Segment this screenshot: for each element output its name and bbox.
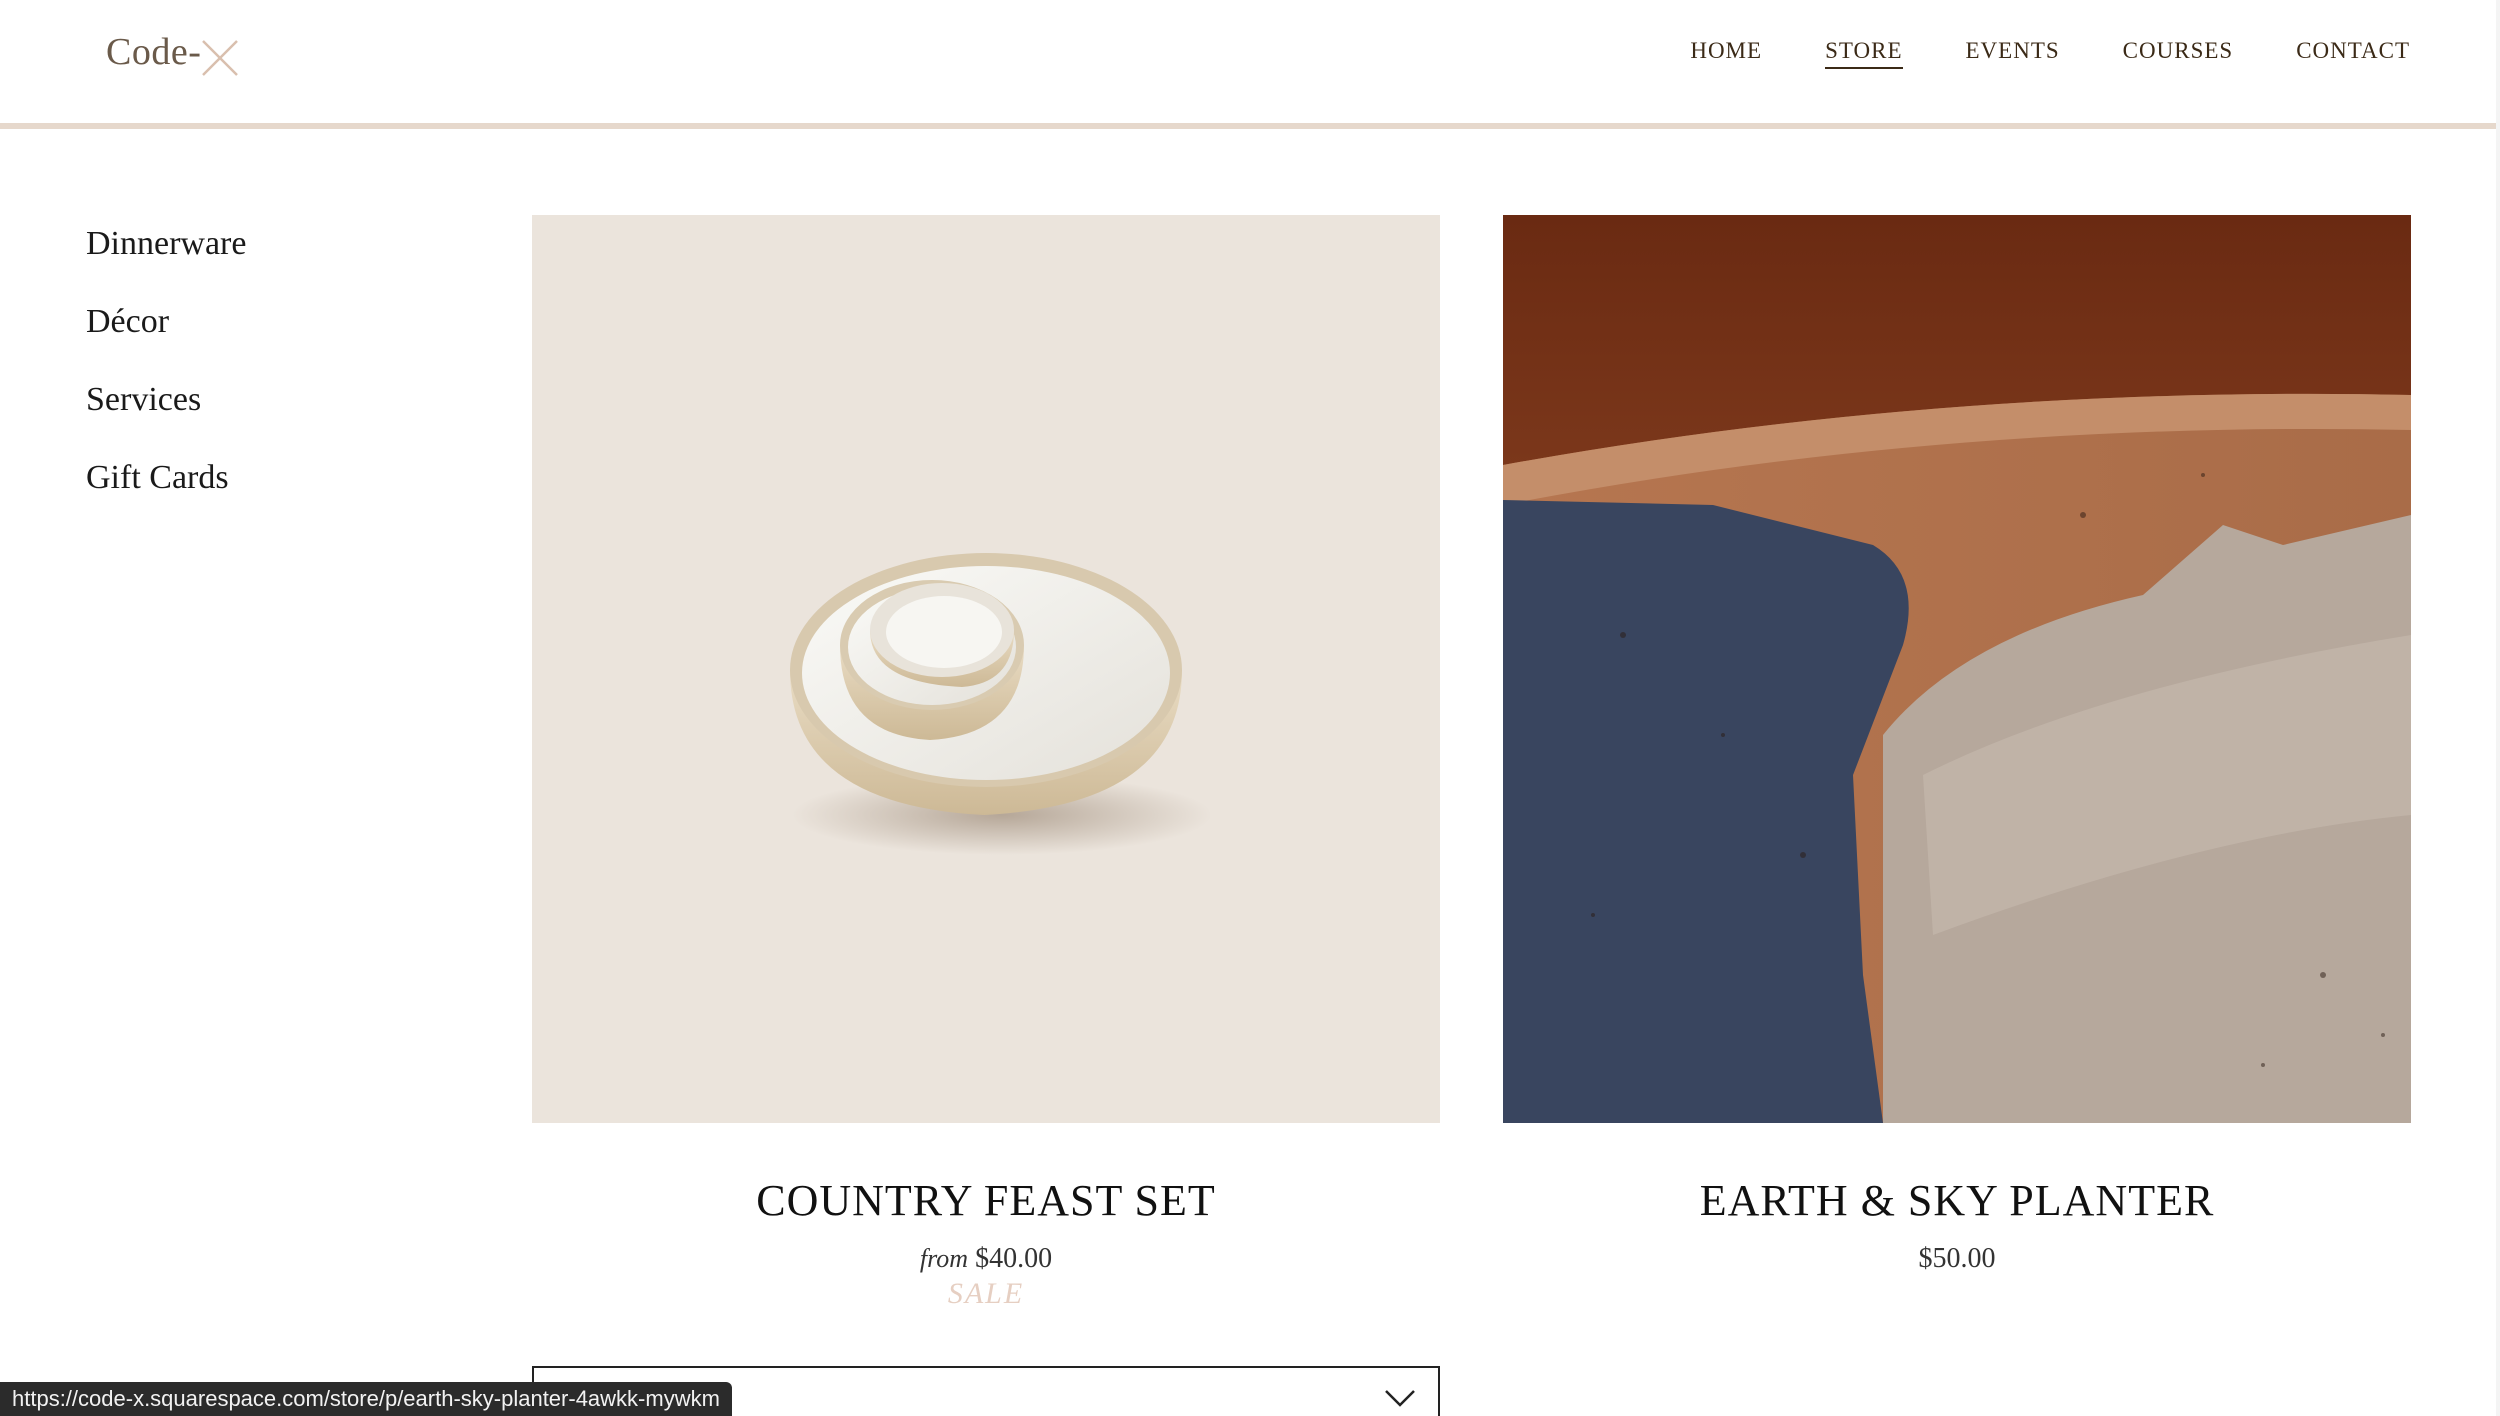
site-header: Code- HOME STORE EVENTS COURSES CONTACT [0, 0, 2500, 129]
product-title[interactable]: EARTH & SKY PLANTER [1503, 1175, 2411, 1231]
product-price: $50.00 [1503, 1243, 2411, 1275]
product-image-planter[interactable] [1503, 215, 2411, 1123]
planter-illustration [1503, 215, 2411, 1123]
sale-badge: SALE [947, 1277, 1025, 1310]
product-image-bowls[interactable] [532, 215, 1440, 1123]
stacked-bowls-illustration [790, 553, 1212, 855]
nav-home[interactable]: HOME [1690, 38, 1762, 69]
category-dinnerware[interactable]: Dinnerware [86, 222, 246, 300]
nav-store[interactable]: STORE [1825, 38, 1903, 69]
site-logo[interactable]: Code- [106, 24, 241, 80]
product-price: from $40.00 [532, 1243, 1440, 1275]
store-page: Code- HOME STORE EVENTS COURSES CONTACT … [0, 0, 2500, 1416]
nav-courses[interactable]: COURSES [2123, 38, 2234, 69]
main-nav: HOME STORE EVENTS COURSES CONTACT [1627, 38, 2410, 69]
category-sidebar: Dinnerware Décor Services Gift Cards [86, 222, 246, 534]
category-gift-cards[interactable]: Gift Cards [86, 456, 246, 534]
status-bar-url: https://code-x.squarespace.com/store/p/e… [0, 1382, 732, 1416]
page-edge [2496, 0, 2500, 1416]
product-title[interactable]: COUNTRY FEAST SET [532, 1175, 1440, 1231]
nav-contact[interactable]: CONTACT [2296, 38, 2410, 69]
category-decor[interactable]: Décor [86, 300, 246, 378]
logo-text: Code- [106, 31, 202, 73]
price-value: $40.00 [975, 1243, 1053, 1274]
chevron-down-icon [1385, 1390, 1415, 1407]
category-services[interactable]: Services [86, 378, 246, 456]
logo-x-mark-icon [202, 40, 239, 76]
product-card[interactable]: COUNTRY FEAST SET from $40.00 SALE [532, 215, 1440, 1311]
price-prefix: from [919, 1244, 969, 1273]
nav-events[interactable]: EVENTS [1966, 38, 2060, 69]
product-card[interactable]: EARTH & SKY PLANTER $50.00 [1503, 215, 2411, 1275]
price-value: $50.00 [1918, 1243, 1996, 1274]
